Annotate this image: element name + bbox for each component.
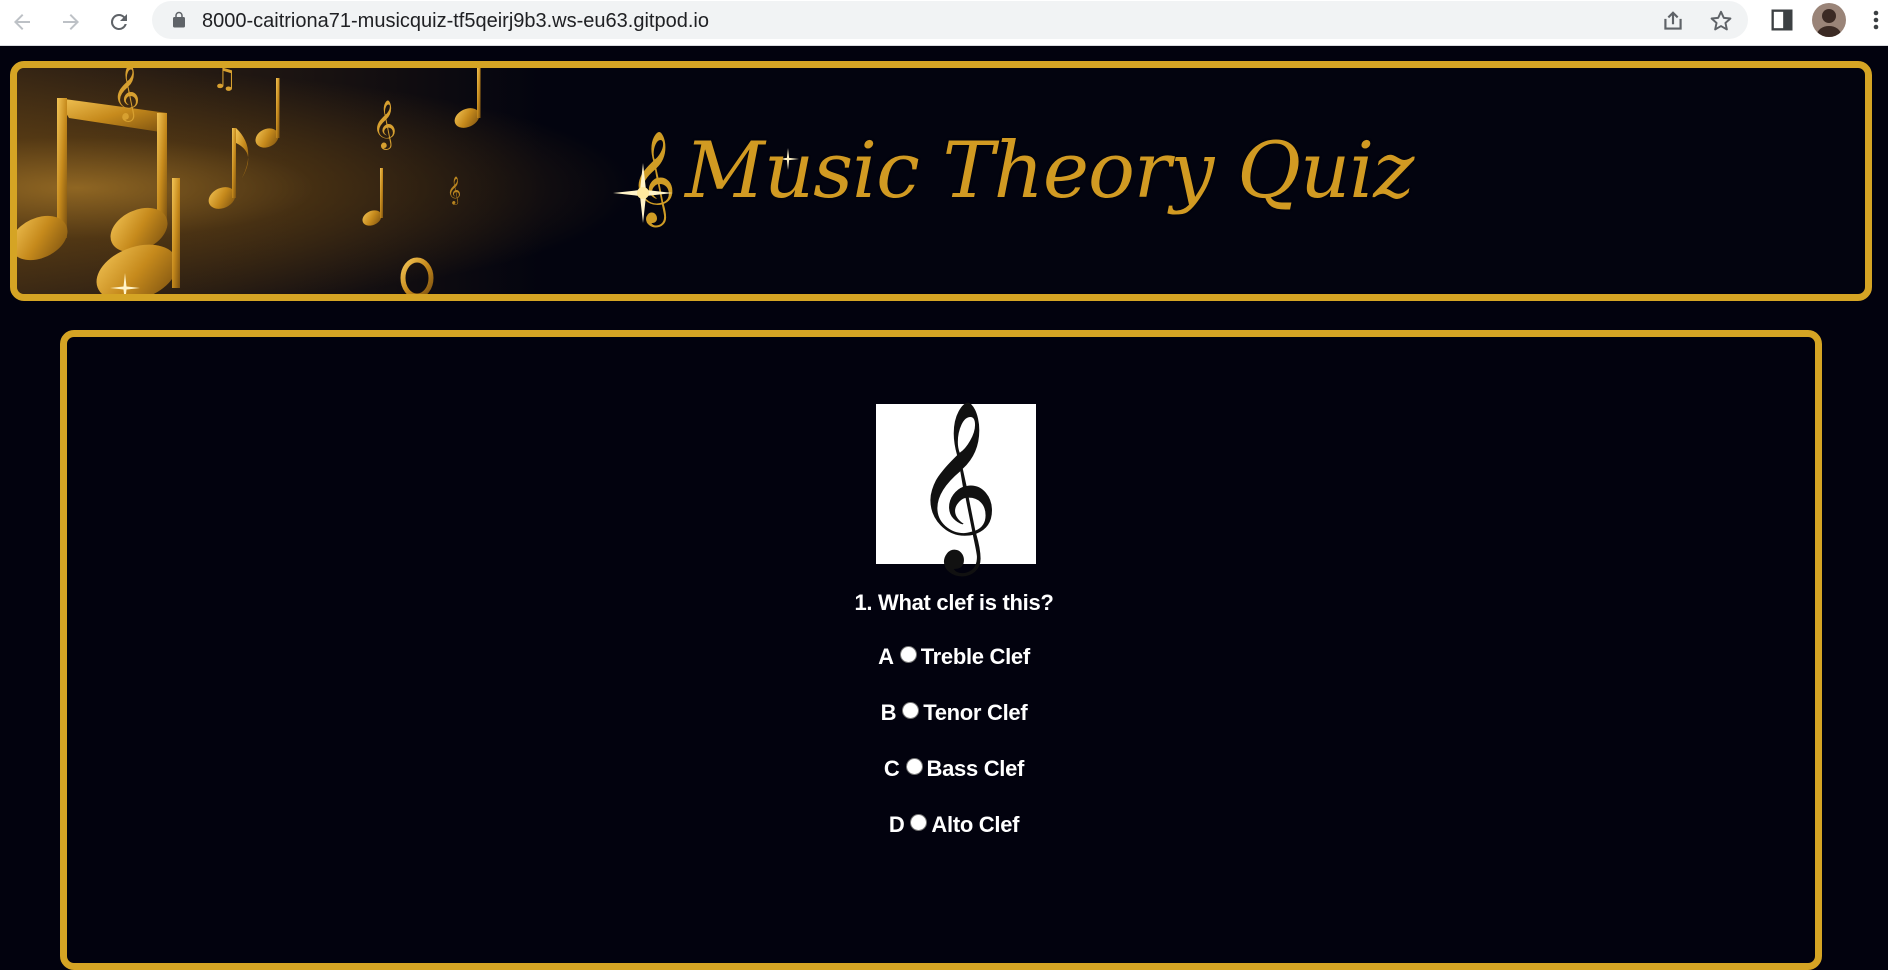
forward-icon[interactable] [54, 5, 88, 39]
option-b[interactable]: B Tenor Clef [0, 700, 1888, 726]
address-bar[interactable]: 8000-caitriona71-musicquiz-tf5qeirj9b3.w… [152, 1, 1748, 39]
lock-icon[interactable] [170, 11, 188, 29]
share-icon[interactable] [1660, 8, 1686, 34]
reload-icon[interactable] [102, 5, 136, 39]
option-a-radio[interactable] [899, 645, 917, 663]
option-letter: C [883, 756, 900, 781]
back-icon[interactable] [5, 5, 39, 39]
option-label[interactable]: Bass Clef [927, 756, 1025, 782]
option-letter: B [880, 700, 897, 725]
header-banner: 𝄞 𝄞 𝄞 ♫ 𝄞 Music Theory Quiz [10, 61, 1872, 301]
option-letter: A [878, 644, 894, 669]
option-c[interactable]: C Bass Clef [0, 756, 1888, 782]
url-text[interactable]: 8000-caitriona71-musicquiz-tf5qeirj9b3.w… [202, 10, 709, 33]
option-label[interactable]: Tenor Clef [923, 700, 1027, 726]
browser-toolbar: 8000-caitriona71-musicquiz-tf5qeirj9b3.w… [0, 0, 1888, 46]
svg-text:𝄞: 𝄞 [372, 99, 397, 150]
option-d[interactable]: D Alto Clef [0, 812, 1888, 838]
option-d-radio[interactable] [910, 813, 928, 831]
question-text: 1. What clef is this? [854, 590, 1054, 615]
profile-avatar[interactable] [1812, 3, 1846, 37]
option-label[interactable]: Treble Clef [921, 644, 1030, 670]
star-icon[interactable] [1708, 8, 1734, 34]
svg-text:𝄞: 𝄞 [112, 68, 140, 122]
sparkle-icon [110, 273, 140, 294]
side-panel-icon[interactable] [1768, 6, 1796, 34]
option-label[interactable]: Alto Clef [931, 812, 1019, 838]
page-title: Music Theory Quiz [685, 126, 1414, 216]
treble-clef-icon: 𝄞 [912, 399, 1000, 569]
option-letter: D [888, 812, 905, 837]
question-image: 𝄞 [876, 400, 1036, 568]
sparkle-icon [613, 163, 673, 223]
svg-text:𝄞: 𝄞 [447, 176, 461, 205]
menu-icon[interactable] [1868, 6, 1884, 34]
option-c-radio[interactable] [905, 757, 923, 775]
svg-text:♫: ♫ [212, 68, 237, 95]
option-b-radio[interactable] [902, 701, 920, 719]
option-a[interactable]: A Treble Clef [0, 644, 1888, 670]
